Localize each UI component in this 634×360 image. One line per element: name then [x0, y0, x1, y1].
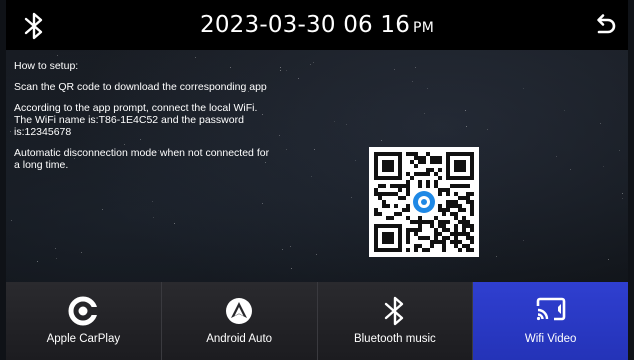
instruction-step-1: Scan the QR code to download the corresp…	[14, 81, 267, 93]
android-auto-icon	[226, 298, 253, 324]
screen: 2023-03-30 06 16 PM How to setup: Scan th…	[6, 0, 628, 360]
tab-apple-carplay[interactable]: Apple CarPlay	[6, 282, 162, 360]
carplay-icon	[68, 296, 99, 326]
bluetooth-icon	[384, 296, 404, 326]
tab-label: Wifi Video	[524, 333, 577, 345]
tab-bluetooth-music[interactable]: Bluetooth music	[317, 282, 474, 360]
qr-code-icon	[369, 147, 479, 257]
tab-label: Bluetooth music	[353, 333, 436, 345]
bottom-nav: Apple CarPlay Android Auto Bluetooth mus…	[6, 282, 628, 360]
setup-instructions: How to setup: Scan the QR code to downlo…	[14, 60, 274, 180]
datetime-text: 2023-03-30 06 16	[200, 12, 411, 38]
instructions-title: How to setup:	[14, 60, 79, 72]
tab-label: Apple CarPlay	[46, 333, 121, 345]
tab-wifi-video[interactable]: Wifi Video	[473, 282, 628, 360]
back-icon[interactable]	[592, 12, 618, 38]
ampm-text: PM	[413, 20, 434, 36]
tab-label: Android Auto	[206, 333, 273, 345]
instruction-step-3: Automatic disconnection mode when not co…	[14, 147, 270, 171]
top-bar: 2023-03-30 06 16 PM	[6, 0, 628, 50]
instruction-step-2: According to the app prompt, connect the…	[14, 102, 258, 138]
clock: 2023-03-30 06 16 PM	[6, 12, 628, 38]
tab-android-auto[interactable]: Android Auto	[161, 282, 318, 360]
screen-cast-icon	[536, 297, 565, 321]
